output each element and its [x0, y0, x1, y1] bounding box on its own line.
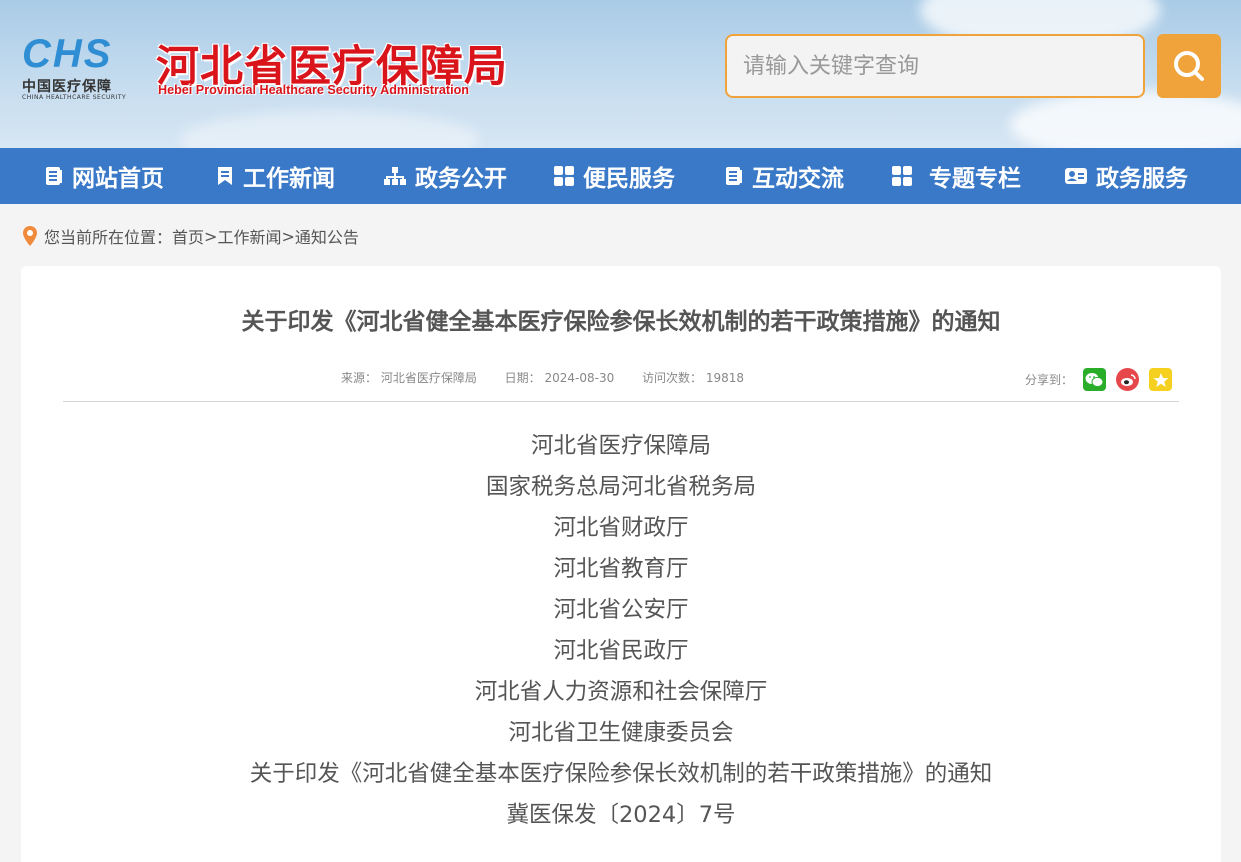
nav-item-label: 专题专栏	[929, 166, 1021, 192]
logo-text: 中国医疗保障	[22, 79, 112, 95]
main-nav: 网站首页 工作新闻 政务公开 便民服务 互动交流 专题专栏 政务服务	[0, 148, 1241, 204]
nav-item-label: 工作新闻	[243, 166, 335, 192]
nav-item-gov-affairs[interactable]: 政务公开	[383, 148, 507, 204]
breadcrumb-separator: >	[281, 226, 295, 246]
header-cloud	[180, 110, 480, 148]
document-list-icon	[46, 167, 62, 185]
nav-item-news[interactable]: 工作新闻	[215, 148, 335, 204]
nav-item-interaction[interactable]: 互动交流	[724, 148, 844, 204]
bookmark-icon	[218, 167, 232, 185]
nav-item-label: 政务服务	[1096, 166, 1188, 192]
grid-icon	[892, 166, 912, 186]
wechat-share-button[interactable]	[1083, 368, 1106, 391]
weibo-share-button[interactable]	[1116, 368, 1139, 391]
nav-item-label: 互动交流	[752, 166, 844, 192]
issuer-line: 河北省民政厅	[553, 638, 689, 664]
document-title-line: 关于印发《河北省健全基本医疗保险参保长效机制的若干政策措施》的通知	[249, 761, 993, 787]
document-list-icon	[726, 167, 742, 185]
nav-item-gov-services[interactable]: 政务服务	[1064, 148, 1188, 204]
article-card: 关于印发《河北省健全基本医疗保险参保长效机制的若干政策措施》的通知 来源： 河北…	[21, 266, 1221, 862]
article-source: 来源： 河北省医疗保障局	[341, 371, 477, 385]
logo-text-en: CHINA HEALTHCARE SECURITY	[22, 94, 127, 101]
share-label: 分享到：	[1024, 373, 1073, 387]
nav-item-home[interactable]: 网站首页	[44, 148, 164, 204]
svg-text:CHS: CHS	[22, 34, 112, 74]
search-input[interactable]	[727, 36, 1143, 96]
wechat-icon	[1085, 372, 1104, 387]
favorite-share-button[interactable]	[1149, 368, 1172, 391]
issuer-line: 河北省卫生健康委员会	[508, 720, 734, 746]
document-number-line: 冀医保发〔2024〕7号	[506, 802, 736, 828]
issuer-line: 河北省教育厅	[553, 556, 689, 582]
breadcrumb-prefix: 您当前所在位置：	[44, 228, 173, 247]
breadcrumb-separator: >	[204, 226, 218, 246]
id-card-icon	[1065, 168, 1087, 184]
article-visits: 访问次数： 19818	[642, 371, 745, 385]
nav-item-label: 政务公开	[415, 166, 507, 192]
nav-item-public-services[interactable]: 便民服务	[553, 148, 675, 204]
issuer-line: 河北省人力资源和社会保障厅	[474, 679, 768, 705]
weibo-icon	[1120, 373, 1136, 386]
article-date: 日期： 2024-08-30	[504, 371, 615, 385]
site-header: CHS 中国医疗保障 CHINA HEALTHCARE SECURITY 河北省…	[0, 0, 1241, 148]
article-title: 关于印发《河北省健全基本医疗保险参保长效机制的若干政策措施》的通知	[241, 309, 1001, 335]
breadcrumb: 您当前所在位置： 首页 > 工作新闻 > 通知公告	[22, 222, 359, 250]
article-body: 河北省医疗保障局 国家税务总局河北省税务局 河北省财政厅 河北省教育厅 河北省公…	[21, 426, 1221, 836]
search-button[interactable]	[1157, 34, 1221, 98]
issuer-line: 河北省医疗保障局	[530, 433, 711, 459]
grid-icon	[554, 166, 574, 186]
breadcrumb-link-home[interactable]: 首页	[172, 224, 204, 248]
breadcrumb-link-notices[interactable]: 通知公告	[295, 224, 359, 248]
nav-item-label: 便民服务	[583, 166, 675, 192]
location-pin-icon	[23, 226, 37, 246]
issuer-line: 河北省公安厅	[553, 597, 689, 623]
header-cloud	[1010, 90, 1241, 148]
star-icon	[1153, 372, 1168, 387]
share-bar: 分享到：	[1025, 368, 1172, 391]
breadcrumb-link-news[interactable]: 工作新闻	[217, 224, 281, 248]
site-title-en: Hebei Provincial Healthcare Security Adm…	[158, 83, 469, 97]
search-box	[725, 34, 1145, 98]
org-chart-icon	[384, 167, 406, 185]
nav-item-special-topics[interactable]: 专题专栏	[891, 148, 1021, 204]
article-divider	[63, 401, 1179, 402]
issuer-line: 河北省财政厅	[553, 515, 689, 541]
article-meta: 来源： 河北省医疗保障局 日期： 2024-08-30 访问次数： 19818	[341, 369, 768, 386]
issuer-line: 国家税务总局河北省税务局	[485, 474, 756, 500]
search-icon	[1174, 51, 1204, 81]
nav-item-label: 网站首页	[72, 166, 164, 192]
chs-logo-icon[interactable]: CHS	[22, 34, 132, 74]
